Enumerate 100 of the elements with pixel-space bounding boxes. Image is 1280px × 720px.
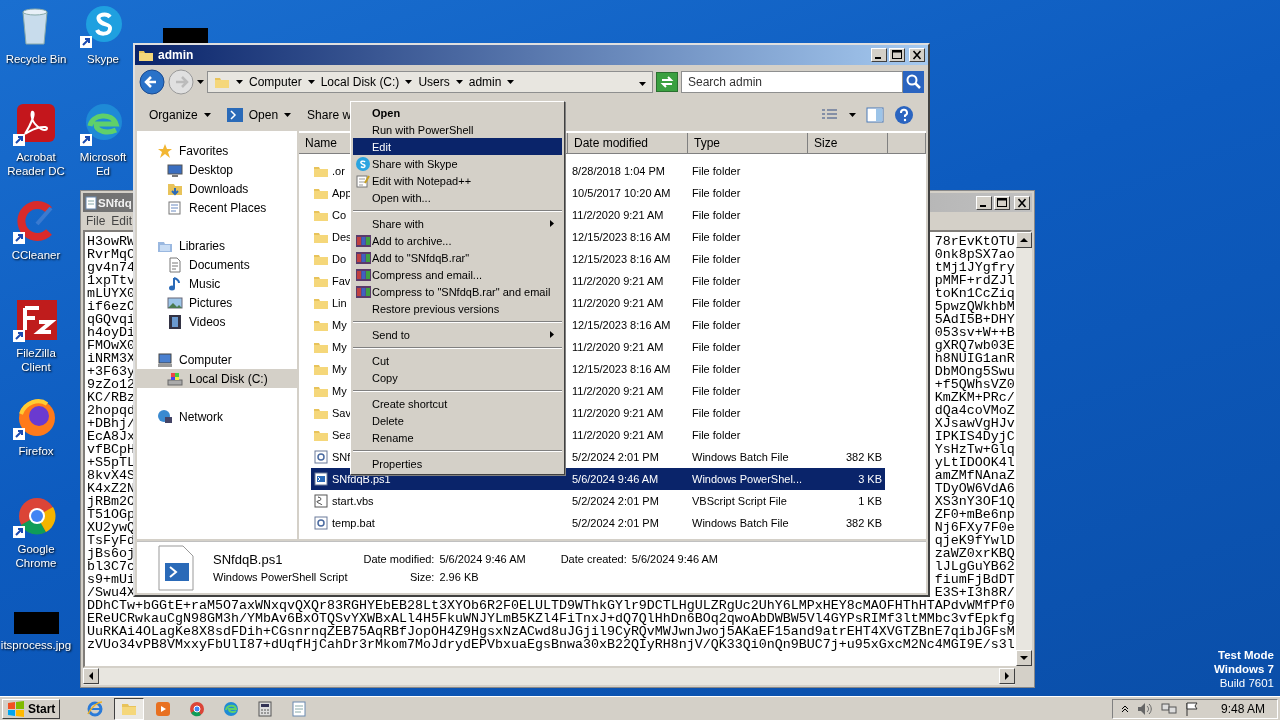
text-line: KC/RBz	[87, 391, 135, 404]
menu-item[interactable]: Open with...	[353, 189, 562, 206]
notepad-icon	[85, 195, 97, 210]
menu-item[interactable]: Restore previous versions	[353, 300, 562, 317]
refresh-button[interactable]	[656, 72, 678, 92]
file-name[interactable]: Co	[332, 209, 347, 221]
text-line: jRBm2O	[87, 495, 135, 508]
file-name[interactable]: temp.bat	[332, 517, 375, 529]
file-name[interactable]: Do	[332, 253, 347, 265]
file-name[interactable]: SNfdqB.ps1	[332, 473, 391, 485]
taskbar-button[interactable]	[114, 697, 145, 720]
column-header[interactable]: Size	[808, 133, 888, 154]
date-modified: 11/2/2020 9:21 AM	[571, 275, 665, 287]
text-line: 9zZo12	[87, 378, 135, 391]
skype-icon	[356, 156, 370, 171]
text-line: dQa4coVMoZ	[934, 404, 1015, 417]
file-size: 382 KB	[844, 451, 883, 463]
text-line: 1xpTtv	[87, 274, 135, 287]
text-line: gXRQ7wb03E	[934, 339, 1015, 352]
menu-item[interactable]: Delete	[353, 412, 562, 429]
breadcrumb[interactable]: Computer	[249, 75, 315, 89]
nav-item[interactable]: Downloads	[137, 179, 297, 198]
menu-item[interactable]: Add to archive...	[353, 232, 562, 249]
file-type: File folder	[691, 209, 742, 221]
nav-item[interactable]: Desktop	[137, 160, 297, 179]
menu-item[interactable]: Edit	[111, 214, 133, 228]
menu-item[interactable]: Share with Skype	[353, 155, 562, 172]
file-name[interactable]: start.vbs	[332, 495, 374, 507]
search-field[interactable]: Search admin	[681, 71, 903, 93]
scroll-up-button[interactable]	[1015, 232, 1032, 248]
menu-item[interactable]: Share with	[353, 215, 562, 232]
nav-item[interactable]: Network	[137, 407, 297, 426]
menu-item[interactable]: Send to	[353, 326, 562, 343]
close-button[interactable]	[909, 48, 925, 62]
speaker-icon[interactable]	[1136, 701, 1153, 716]
maximize-button[interactable]	[889, 48, 905, 62]
os-notice: Windows 7	[1214, 662, 1274, 676]
breadcrumb[interactable]: admin	[468, 75, 515, 89]
nav-item[interactable]: Computer	[137, 350, 297, 369]
chevron-up-icon[interactable]	[1120, 704, 1129, 713]
toolbar-button[interactable]: Organize	[149, 108, 211, 122]
scroll-left-button[interactable]	[83, 668, 99, 684]
flag-icon[interactable]	[1184, 701, 1199, 716]
menu-item[interactable]: Edit	[353, 138, 562, 155]
menu-item[interactable]: Compress and email...	[353, 266, 562, 283]
start-button[interactable]: Start	[2, 698, 61, 719]
help-icon[interactable]	[894, 105, 914, 125]
minimize-button[interactable]	[871, 48, 887, 62]
file-name[interactable]: Lin	[332, 297, 347, 309]
recent-places-icon	[167, 199, 183, 216]
nav-item[interactable]: Pictures	[137, 293, 297, 312]
menu-item[interactable]: File	[86, 214, 106, 228]
search-button[interactable]	[903, 71, 924, 93]
caret-icon	[284, 113, 292, 117]
menu-item[interactable]: Add to "SNfdqB.rar"	[353, 249, 562, 266]
menu-item[interactable]: Edit with Notepad++	[353, 172, 562, 189]
menu-item[interactable]: Run with PowerShell	[353, 121, 562, 138]
date-modified: 11/2/2020 9:21 AM	[571, 429, 665, 441]
date-modified: 10/5/2017 10:20 AM	[571, 187, 672, 199]
scroll-right-button[interactable]	[999, 668, 1015, 684]
file-name[interactable]: SNf	[332, 451, 351, 463]
nav-item[interactable]: Documents	[137, 255, 297, 274]
menu-item[interactable]: Open	[353, 104, 562, 121]
column-header[interactable]: Date modified	[568, 133, 688, 154]
file-name[interactable]: Fav	[332, 275, 351, 287]
file-name[interactable]: My	[332, 341, 347, 353]
file-name[interactable]: My	[332, 385, 347, 397]
file-name[interactable]: Des	[332, 231, 352, 243]
network-icon[interactable]	[1160, 701, 1177, 716]
minimize-button[interactable]	[976, 195, 992, 210]
nav-item[interactable]: Recent Places	[137, 198, 297, 217]
file-name[interactable]: My	[332, 319, 347, 331]
nav-item[interactable]: Favorites	[137, 141, 297, 160]
menu-item[interactable]: Rename	[353, 429, 562, 446]
menu-item[interactable]: Compress to "SNfdqB.rar" and email	[353, 283, 562, 300]
nav-item[interactable]: Videos	[137, 312, 297, 331]
address-bar[interactable]: Computer Local Disk (C:) Users admin	[207, 71, 653, 93]
file-name[interactable]: Sav	[332, 407, 351, 419]
scroll-down-button[interactable]	[1015, 650, 1032, 666]
breadcrumb[interactable]: Users	[418, 75, 463, 89]
file-size: 1 KB	[857, 495, 883, 507]
breadcrumb[interactable]: Local Disk (C:)	[320, 75, 413, 89]
date-modified: 11/2/2020 9:21 AM	[571, 407, 665, 419]
filezilla-icon	[13, 298, 59, 342]
column-header[interactable]: Type	[688, 133, 808, 154]
close-button[interactable]	[1014, 195, 1030, 210]
maximize-button[interactable]	[994, 195, 1010, 210]
nav-item[interactable]: Local Disk (C:)	[137, 369, 297, 388]
nav-item[interactable]: Libraries	[137, 236, 297, 255]
file-type: Windows Batch File	[691, 451, 790, 463]
text-line: toKn1CcZiq	[934, 287, 1015, 300]
file-name[interactable]: .or	[332, 165, 345, 177]
menu-item[interactable]: Copy	[353, 369, 562, 386]
menu-item[interactable]: Create shortcut	[353, 395, 562, 412]
column-header[interactable]	[888, 133, 926, 154]
file-name[interactable]: My	[332, 363, 347, 375]
nav-item[interactable]: Music	[137, 274, 297, 293]
menu-item[interactable]: Cut	[353, 352, 562, 369]
toolbar-button[interactable]: Open	[226, 108, 292, 122]
back-button[interactable]	[139, 69, 165, 95]
